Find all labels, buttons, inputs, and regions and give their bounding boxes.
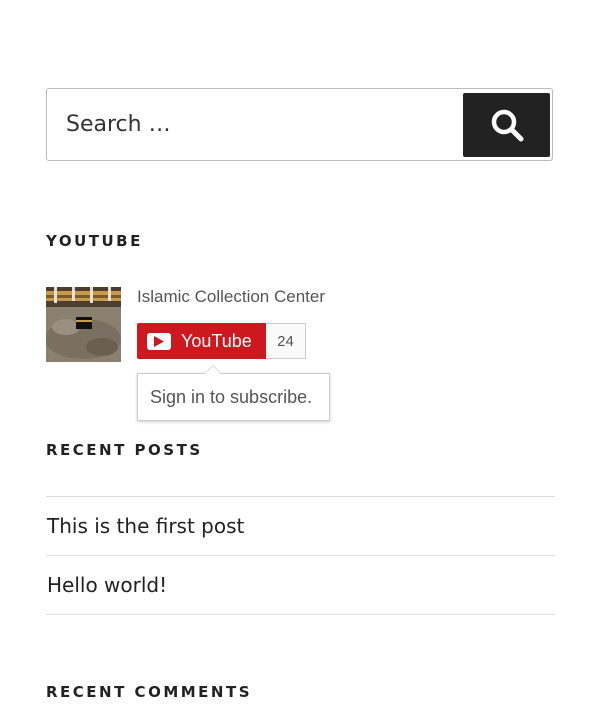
recent-posts-list: This is the first post Hello world! [46,496,555,615]
youtube-subscribe-button[interactable]: YouTube [137,323,266,359]
search-form [46,88,553,161]
subscribe-tooltip: Sign in to subscribe. [137,365,330,421]
channel-name[interactable]: Islamic Collection Center [137,287,325,307]
search-icon [491,109,523,142]
channel-avatar[interactable] [46,287,121,362]
list-item: This is the first post [46,496,555,555]
recent-comments-title: RECENT COMMENTS [46,683,253,701]
post-link[interactable]: Hello world! [47,573,167,597]
post-link[interactable]: This is the first post [47,514,244,538]
list-item: Hello world! [46,555,555,615]
search-input[interactable] [47,89,457,160]
youtube-button-label: YouTube [181,330,252,351]
youtube-widget-title: YOUTUBE [46,232,143,250]
subscriber-count: 24 [266,323,306,359]
youtube-play-icon [147,332,171,350]
search-button[interactable] [463,93,550,157]
recent-posts-title: RECENT POSTS [46,441,203,459]
